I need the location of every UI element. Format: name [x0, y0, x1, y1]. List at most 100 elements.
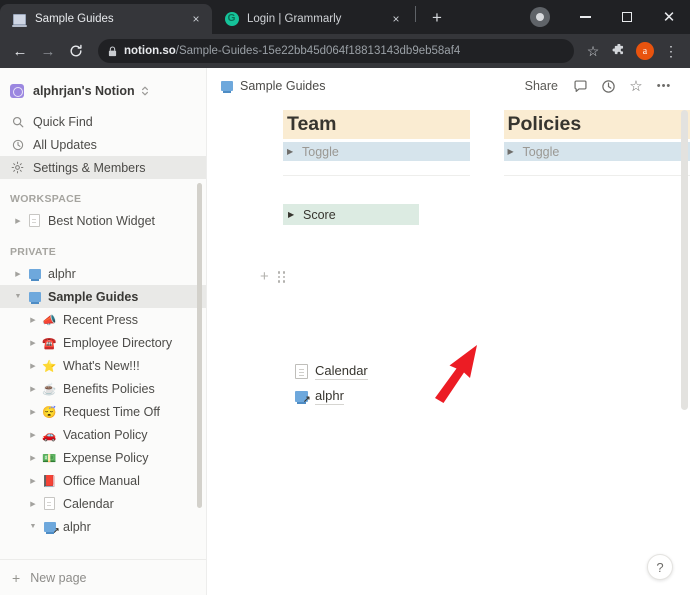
page-link-label: Calendar: [315, 363, 368, 380]
score-label: Score: [303, 207, 336, 222]
sidebar-item-alphr[interactable]: ▶ alphr: [0, 262, 206, 285]
column-policies: Policies ▶ Toggle: [503, 110, 690, 177]
sidebar-item-calendar[interactable]: ▶ Calendar: [0, 492, 206, 515]
expand-triangle-icon[interactable]: ▶: [25, 431, 41, 439]
sidebar-item-sample-guides[interactable]: ▼ Sample Guides: [0, 285, 206, 308]
window-minimize-button[interactable]: [564, 2, 606, 32]
breadcrumb[interactable]: Sample Guides: [221, 79, 325, 93]
updates-clock-icon[interactable]: [595, 73, 621, 99]
page-link-list: Calendar ↗ alphr: [292, 359, 368, 409]
window-close-button[interactable]: ✕: [648, 2, 690, 32]
page-link-label: alphr: [315, 388, 344, 405]
toggle-block-team[interactable]: ▶ Toggle: [283, 142, 470, 162]
search-icon: [10, 116, 25, 128]
sidebar-item-label: What's New!!!: [63, 358, 140, 373]
sidebar-item-benefits-policies[interactable]: ▶ ☕ Benefits Policies: [0, 377, 206, 400]
help-button[interactable]: ?: [647, 554, 673, 580]
drag-handle-icon[interactable]: [277, 271, 287, 283]
plus-icon: +: [12, 569, 21, 586]
toggle-block-score[interactable]: ▶ Score: [283, 204, 419, 226]
url-path: /Sample-Guides-15e22bb45d064f18813143db9…: [175, 45, 461, 57]
heading-team: Team: [283, 110, 470, 140]
divider: [503, 175, 690, 177]
expand-triangle-icon[interactable]: ▶: [25, 454, 41, 462]
browser-tab-sample-guides[interactable]: Sample Guides ×: [0, 4, 212, 34]
workspace-switcher[interactable]: alphrjan's Notion: [0, 77, 206, 105]
sidebar-item-vacation-policy[interactable]: ▶ 🚗 Vacation Policy: [0, 423, 206, 446]
sidebar-item-all-updates[interactable]: All Updates: [0, 133, 206, 156]
toggle-triangle-icon[interactable]: ▶: [288, 210, 303, 219]
expand-triangle-icon[interactable]: ▶: [10, 217, 26, 225]
collapse-triangle-icon[interactable]: ▼: [25, 523, 41, 530]
page-link-calendar[interactable]: Calendar: [292, 359, 368, 384]
monitor-link-icon: ↗: [41, 521, 60, 534]
address-bar[interactable]: notion.so/Sample-Guides-15e22bb45d064f18…: [98, 39, 574, 63]
extensions-puzzle-icon[interactable]: [606, 38, 632, 64]
expand-triangle-icon[interactable]: ▶: [25, 339, 41, 347]
favorite-star-icon[interactable]: ☆: [623, 73, 649, 99]
browser-profile-icon[interactable]: [530, 7, 550, 27]
page-body: Team ▶ Toggle Policies ▶ Toggle ▶ Score: [207, 104, 690, 226]
expand-triangle-icon[interactable]: ▶: [25, 362, 41, 370]
new-tab-button[interactable]: +: [424, 5, 450, 31]
sidebar-item-label: Settings & Members: [33, 160, 146, 175]
more-options-icon[interactable]: •••: [651, 73, 677, 99]
sidebar-item-best-notion-widget[interactable]: ▶ Best Notion Widget: [0, 209, 206, 232]
tab-title: Login | Grammarly: [247, 13, 342, 25]
sidebar-item-settings-members[interactable]: Settings & Members: [0, 156, 206, 179]
sidebar-item-alphr-link[interactable]: ▼ ↗ alphr: [0, 515, 206, 538]
new-page-button[interactable]: + New page: [0, 559, 206, 595]
page-link-alphr[interactable]: ↗ alphr: [292, 384, 368, 409]
expand-triangle-icon[interactable]: ▶: [25, 385, 41, 393]
tab-close-icon[interactable]: ×: [388, 11, 404, 27]
sidebar-item-label: alphr: [48, 266, 76, 281]
sidebar-item-quick-find[interactable]: Quick Find: [0, 110, 206, 133]
gear-icon: [10, 161, 25, 174]
toggle-triangle-icon[interactable]: ▶: [508, 147, 523, 156]
monitor-icon: [26, 268, 43, 281]
sidebar-item-label: Quick Find: [33, 114, 93, 129]
sidebar-scrollbar[interactable]: [197, 183, 202, 508]
browser-tab-grammarly[interactable]: G Login | Grammarly ×: [212, 4, 412, 34]
monitor-icon: [221, 81, 233, 93]
bookmark-star-icon[interactable]: ☆: [580, 38, 606, 64]
sidebar-item-whats-new[interactable]: ▶ ⭐ What's New!!!: [0, 354, 206, 377]
megaphone-icon: 📣: [42, 314, 57, 327]
toggle-label: Toggle: [522, 144, 560, 159]
tab-title: Sample Guides: [35, 13, 114, 25]
money-icon: 💵: [42, 452, 57, 465]
browser-menu-icon[interactable]: ⋮: [658, 38, 684, 64]
window-maximize-button[interactable]: [606, 2, 648, 32]
expand-triangle-icon[interactable]: ▶: [25, 408, 41, 416]
tab-close-icon[interactable]: ×: [188, 11, 204, 27]
notion-favicon-icon: [12, 12, 27, 27]
collapse-triangle-icon[interactable]: ▼: [10, 293, 26, 300]
expand-triangle-icon[interactable]: ▶: [25, 477, 41, 485]
sidebar-item-office-manual[interactable]: ▶ 📕 Office Manual: [0, 469, 206, 492]
sidebar-item-request-time-off[interactable]: ▶ 😴 Request Time Off: [0, 400, 206, 423]
toggle-triangle-icon[interactable]: ▶: [287, 147, 302, 156]
page-actions: Share ☆ •••: [518, 73, 677, 99]
browser-tab-strip: Sample Guides × G Login | Grammarly × + …: [0, 0, 690, 34]
reload-button[interactable]: [62, 37, 90, 65]
toggle-block-policies[interactable]: ▶ Toggle: [503, 142, 690, 162]
breadcrumb-title: Sample Guides: [240, 79, 326, 93]
comment-icon[interactable]: [567, 73, 593, 99]
tab-separator: [415, 5, 416, 22]
profile-avatar[interactable]: a: [636, 42, 654, 60]
sidebar-item-label: Employee Directory: [63, 335, 173, 350]
main-scrollbar[interactable]: [681, 110, 688, 410]
add-block-button[interactable]: +: [260, 269, 269, 284]
sidebar-item-expense-policy[interactable]: ▶ 💵 Expense Policy: [0, 446, 206, 469]
sidebar-item-recent-press[interactable]: ▶ 📣 Recent Press: [0, 308, 206, 331]
expand-triangle-icon[interactable]: ▶: [10, 270, 26, 278]
url-domain: notion.so: [124, 45, 176, 57]
forward-button[interactable]: →: [34, 37, 62, 65]
block-handles: +: [260, 269, 287, 284]
sidebar-section-workspace-label: WORKSPACE: [10, 193, 82, 205]
back-button[interactable]: ←: [6, 37, 34, 65]
expand-triangle-icon[interactable]: ▶: [25, 500, 41, 508]
expand-triangle-icon[interactable]: ▶: [25, 316, 41, 324]
sidebar-item-employee-directory[interactable]: ▶ ☎️ Employee Directory: [0, 331, 206, 354]
share-button[interactable]: Share: [518, 79, 565, 93]
